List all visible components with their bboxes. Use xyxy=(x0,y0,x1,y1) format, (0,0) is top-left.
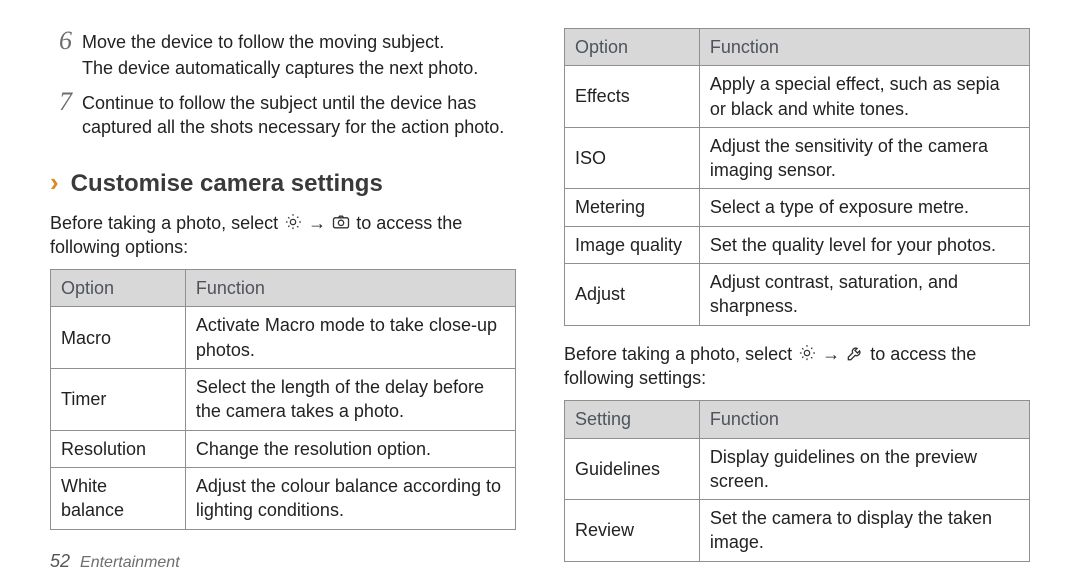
para-text: Before taking a photo, select xyxy=(564,344,797,364)
camera-icon xyxy=(331,212,351,232)
table-row: ISOAdjust the sensitivity of the camera … xyxy=(565,127,1030,189)
manual-page: 6 Move the device to follow the moving s… xyxy=(0,0,1080,586)
page-footer: 52 Entertainment xyxy=(50,549,180,574)
table-row: ResolutionChange the resolution option. xyxy=(51,430,516,467)
step-body: Move the device to follow the moving sub… xyxy=(82,28,516,83)
col-function: Function xyxy=(699,29,1029,66)
cell-option: Timer xyxy=(51,369,186,431)
cell-option: Macro xyxy=(51,307,186,369)
footer-section: Entertainment xyxy=(80,552,180,574)
table-row: AdjustAdjust contrast, saturation, and s… xyxy=(565,264,1030,326)
wrench-icon xyxy=(845,343,865,363)
step-body: Continue to follow the subject until the… xyxy=(82,89,516,142)
cell-setting: Review xyxy=(565,500,700,562)
gear-icon xyxy=(283,212,303,232)
table-row: MeteringSelect a type of exposure metre. xyxy=(565,189,1030,226)
right-column: Option Function EffectsApply a special e… xyxy=(564,28,1030,566)
section-heading: › Customise camera settings xyxy=(50,165,516,200)
para-text: → xyxy=(822,344,845,364)
col-option: Option xyxy=(565,29,700,66)
cell-function: Change the resolution option. xyxy=(185,430,515,467)
cell-function: Adjust the sensitivity of the camera ima… xyxy=(699,127,1029,189)
table-row: EffectsApply a special effect, such as s… xyxy=(565,66,1030,128)
cell-option: Resolution xyxy=(51,430,186,467)
step-line: Move the device to follow the moving sub… xyxy=(82,30,516,54)
cell-function: Adjust contrast, saturation, and sharpne… xyxy=(699,264,1029,326)
cell-option: ISO xyxy=(565,127,700,189)
para-text: Before taking a photo, select xyxy=(50,213,283,233)
table-row: GuidelinesDisplay guidelines on the prev… xyxy=(565,438,1030,500)
cell-function: Set the quality level for your photos. xyxy=(699,226,1029,263)
intro-options: Before taking a photo, select → to acces… xyxy=(50,211,516,260)
gear-icon xyxy=(797,343,817,363)
step-line: The device automatically captures the ne… xyxy=(82,56,516,80)
cell-function: Apply a special effect, such as sepia or… xyxy=(699,66,1029,128)
col-setting: Setting xyxy=(565,401,700,438)
table-header-row: Setting Function xyxy=(565,401,1030,438)
step-line: Continue to follow the subject until the… xyxy=(82,91,516,140)
cell-option: Adjust xyxy=(565,264,700,326)
heading-text: Customise camera settings xyxy=(71,168,383,200)
intro-settings: Before taking a photo, select → to acces… xyxy=(564,342,1030,391)
table-header-row: Option Function xyxy=(565,29,1030,66)
table-row: MacroActivate Macro mode to take close-u… xyxy=(51,307,516,369)
table-row: Image qualitySet the quality level for y… xyxy=(565,226,1030,263)
cell-function: Adjust the colour balance according to l… xyxy=(185,467,515,529)
cell-function: Select a type of exposure metre. xyxy=(699,189,1029,226)
chevron-icon: › xyxy=(50,165,59,200)
col-option: Option xyxy=(51,270,186,307)
cell-function: Select the length of the delay before th… xyxy=(185,369,515,431)
options-table-1: Option Function MacroActivate Macro mode… xyxy=(50,269,516,529)
step-7: 7 Continue to follow the subject until t… xyxy=(50,89,516,142)
table-header-row: Option Function xyxy=(51,270,516,307)
table-row: ReviewSet the camera to display the take… xyxy=(565,500,1030,562)
col-function: Function xyxy=(699,401,1029,438)
cell-function: Set the camera to display the taken imag… xyxy=(699,500,1029,562)
cell-setting: Guidelines xyxy=(565,438,700,500)
step-6: 6 Move the device to follow the moving s… xyxy=(50,28,516,83)
settings-table: Setting Function GuidelinesDisplay guide… xyxy=(564,400,1030,561)
cell-option: Image quality xyxy=(565,226,700,263)
table-row: TimerSelect the length of the delay befo… xyxy=(51,369,516,431)
col-function: Function xyxy=(185,270,515,307)
cell-option: White balance xyxy=(51,467,186,529)
cell-function: Activate Macro mode to take close-up pho… xyxy=(185,307,515,369)
options-table-2: Option Function EffectsApply a special e… xyxy=(564,28,1030,326)
para-text: → xyxy=(308,213,331,233)
step-number: 7 xyxy=(50,89,72,142)
cell-option: Metering xyxy=(565,189,700,226)
page-number: 52 xyxy=(50,549,70,573)
left-column: 6 Move the device to follow the moving s… xyxy=(50,28,516,566)
cell-option: Effects xyxy=(565,66,700,128)
cell-function: Display guidelines on the preview screen… xyxy=(699,438,1029,500)
step-number: 6 xyxy=(50,28,72,83)
table-row: White balanceAdjust the colour balance a… xyxy=(51,467,516,529)
